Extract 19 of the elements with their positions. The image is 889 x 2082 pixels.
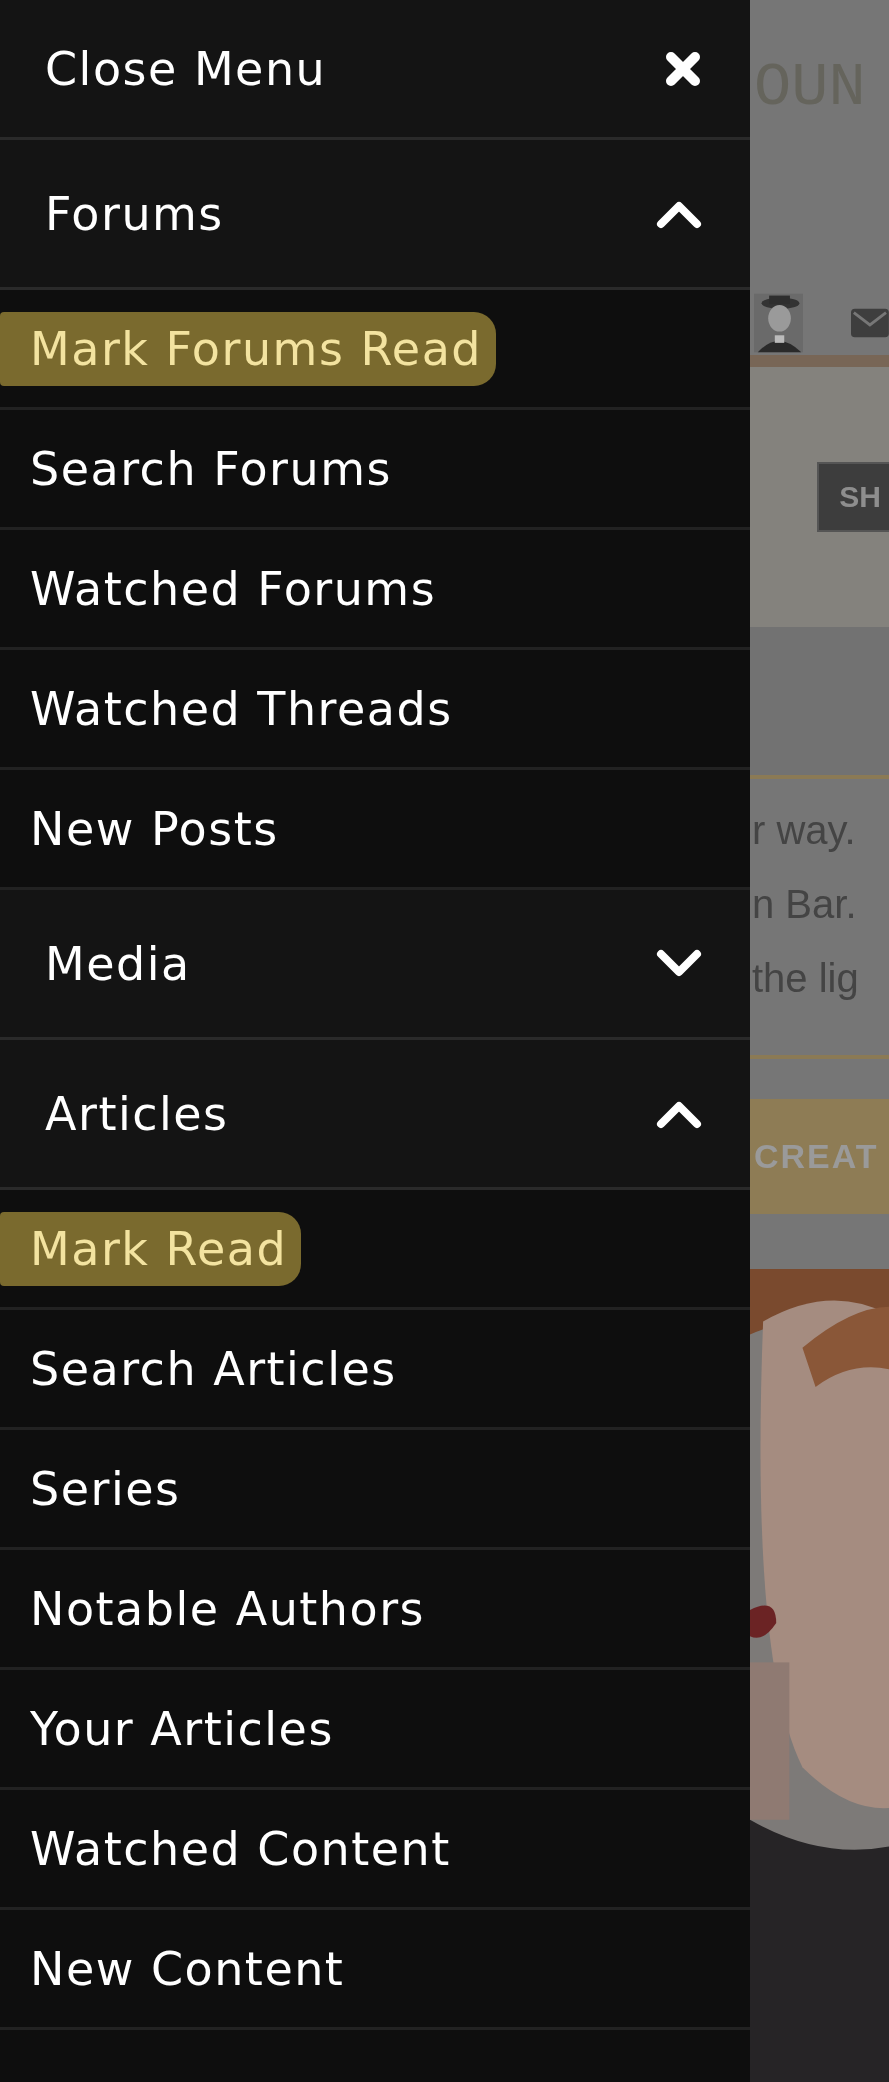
menu-link[interactable]: New Posts — [0, 791, 293, 866]
section-header[interactable]: Forums — [0, 140, 750, 290]
menu-link[interactable]: Watched Forums — [0, 551, 451, 626]
menu-link[interactable]: Search Forums — [0, 431, 406, 506]
menu-link[interactable]: Mark Read — [0, 1211, 302, 1286]
menu-link[interactable]: Your Articles — [0, 1691, 348, 1766]
menu-link[interactable]: Watched Content — [0, 1811, 465, 1886]
menu-link[interactable]: Watched Threads — [0, 671, 467, 746]
mail-icon[interactable] — [851, 307, 889, 338]
chevron-down-icon — [656, 948, 702, 979]
section-header[interactable]: Articles — [0, 1040, 750, 1190]
menu-link[interactable]: Search Articles — [0, 1331, 411, 1406]
section-header[interactable]: Media — [0, 890, 750, 1040]
close-menu-button[interactable]: Close Menu — [0, 0, 750, 140]
menu-link[interactable]: Mark Forums Read — [0, 311, 497, 386]
menu-link[interactable]: New Content — [0, 1931, 359, 2006]
menu-link[interactable]: Notable Authors — [0, 1571, 439, 1646]
close-icon — [664, 49, 702, 88]
menu-link[interactable]: Series — [0, 1451, 195, 1526]
